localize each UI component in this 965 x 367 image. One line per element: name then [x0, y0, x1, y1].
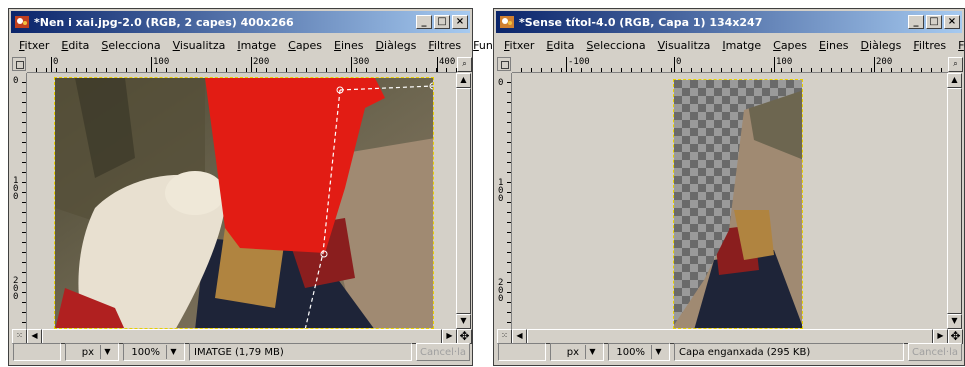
menu-edita[interactable]: Edita [55, 39, 95, 52]
chevron-down-icon[interactable]: ▼ [166, 345, 180, 359]
ruler-tick: 200 [251, 57, 269, 72]
menu-selecciona[interactable]: Selecciona [580, 39, 651, 52]
menu-filtres[interactable]: Filtres [907, 39, 952, 52]
menu-imatge[interactable]: Imatge [716, 39, 767, 52]
chevron-down-icon[interactable]: ▼ [585, 345, 599, 359]
menu-fitxer[interactable]: Fitxer [498, 39, 540, 52]
unit-select[interactable]: px ▼ [65, 343, 119, 361]
chevron-down-icon[interactable]: ▼ [100, 345, 114, 359]
vertical-scrollbar[interactable]: ▲ ▼ [947, 73, 962, 329]
ruler-tick: 400 [437, 57, 455, 72]
window-title: *Nen i xai.jpg-2.0 (RGB, 2 capes) 400x26… [34, 15, 294, 29]
zoom-select[interactable]: 100% ▼ [123, 343, 185, 361]
chevron-down-icon[interactable]: ▼ [651, 345, 665, 359]
photo-content [55, 78, 433, 328]
status-bar: px ▼ 100% ▼ IMATGE (1,79 MB) Cancel·la [11, 341, 470, 363]
arrow-down-icon[interactable]: ▼ [456, 314, 471, 329]
zoom-value: 100% [616, 346, 645, 358]
gimp-icon [15, 16, 29, 28]
image-canvas[interactable] [28, 73, 456, 329]
image-window-1: *Nen i xai.jpg-2.0 (RGB, 2 capes) 400x26… [8, 8, 521, 366]
unit-select[interactable]: px ▼ [550, 343, 604, 361]
ruler-tick: 0 [13, 76, 19, 86]
arrow-up-icon[interactable]: ▲ [456, 73, 471, 88]
menu-eines[interactable]: Eines [328, 39, 369, 52]
vertical-ruler[interactable]: 0 100 200 [12, 73, 27, 329]
menu-dialegs[interactable]: Diàlegs [855, 39, 908, 52]
unit-value: px [566, 346, 579, 358]
menu-bar: Fitxer Edita Selecciona Visualitza Imatg… [11, 35, 521, 55]
pointer-coords [498, 343, 546, 361]
menu-dialegs[interactable]: Diàlegs [370, 39, 423, 52]
zoom-icon[interactable]: ⌕ [948, 57, 963, 72]
unit-value: px [81, 346, 94, 358]
maximize-button[interactable]: □ [926, 15, 942, 29]
menu-selecciona[interactable]: Selecciona [95, 39, 166, 52]
zoom-icon[interactable]: ⌕ [457, 57, 472, 72]
pointer-coords [13, 343, 61, 361]
minimize-button[interactable]: _ [908, 15, 924, 29]
status-message: Capa enganxada (295 KB) [674, 343, 905, 361]
close-button[interactable]: × [452, 15, 468, 29]
ruler-tick: 200 [874, 57, 892, 72]
ruler-tick: -100 [566, 57, 590, 72]
menu-imatge[interactable]: Imatge [231, 39, 282, 52]
menu-fitxer[interactable]: Fitxer [13, 39, 55, 52]
ruler-tick: 200 [13, 276, 19, 302]
title-bar[interactable]: *Sense títol-4.0 (RGB, Capa 1) 134x247 _… [496, 11, 962, 33]
horizontal-ruler[interactable]: -100 0 100 200 [512, 57, 948, 73]
scroll-thumb[interactable] [947, 88, 962, 314]
image-window-2: *Sense títol-4.0 (RGB, Capa 1) 134x247 _… [493, 8, 965, 366]
ruler-corner-icon[interactable] [12, 57, 26, 71]
ruler-tick: 100 [13, 176, 19, 202]
horizontal-ruler[interactable]: 0 100 200 300 400 [27, 57, 457, 73]
ruler-tick: 100 [151, 57, 169, 72]
scroll-thumb[interactable] [456, 88, 471, 314]
menu-visualitza[interactable]: Visualitza [167, 39, 232, 52]
ruler-tick: 200 [498, 278, 504, 304]
zoom-select[interactable]: 100% ▼ [608, 343, 670, 361]
gimp-icon [500, 16, 514, 28]
menu-visualitza[interactable]: Visualitza [652, 39, 717, 52]
image-canvas[interactable] [513, 73, 947, 329]
ruler-tick: 0 [51, 57, 58, 72]
arrow-down-icon[interactable]: ▼ [947, 314, 962, 329]
menu-edita[interactable]: Edita [540, 39, 580, 52]
ruler-tick: 0 [498, 78, 504, 88]
ruler-tick: 300 [351, 57, 369, 72]
title-bar[interactable]: *Nen i xai.jpg-2.0 (RGB, 2 capes) 400x26… [11, 11, 470, 33]
window-title: *Sense títol-4.0 (RGB, Capa 1) 134x247 [519, 15, 763, 29]
ruler-corner-icon[interactable] [497, 57, 511, 71]
ruler-tick: 100 [498, 178, 504, 204]
cancel-button[interactable]: Cancel·la [416, 343, 470, 361]
zoom-value: 100% [131, 346, 160, 358]
minimize-button[interactable]: _ [416, 15, 432, 29]
menu-capes[interactable]: Capes [282, 39, 328, 52]
menu-bar: Fitxer Edita Selecciona Visualitza Imatg… [496, 35, 965, 55]
pasted-layer-content [674, 80, 802, 328]
photo-layer [54, 77, 434, 329]
cancel-button[interactable]: Cancel·la [908, 343, 962, 361]
maximize-button[interactable]: □ [434, 15, 450, 29]
ruler-tick: 0 [674, 57, 681, 72]
menu-filtres[interactable]: Filtres [422, 39, 467, 52]
pasted-layer [673, 79, 803, 329]
vertical-ruler[interactable]: 0 100 200 [497, 73, 512, 329]
menu-capes[interactable]: Capes [767, 39, 813, 52]
status-bar: px ▼ 100% ▼ Capa enganxada (295 KB) Canc… [496, 341, 962, 363]
menu-eines[interactable]: Eines [813, 39, 854, 52]
menu-funcions[interactable]: Funcions [952, 39, 965, 52]
arrow-up-icon[interactable]: ▲ [947, 73, 962, 88]
vertical-scrollbar[interactable]: ▲ ▼ [456, 73, 471, 329]
status-message: IMATGE (1,79 MB) [189, 343, 413, 361]
ruler-tick: 100 [774, 57, 792, 72]
close-button[interactable]: × [944, 15, 960, 29]
